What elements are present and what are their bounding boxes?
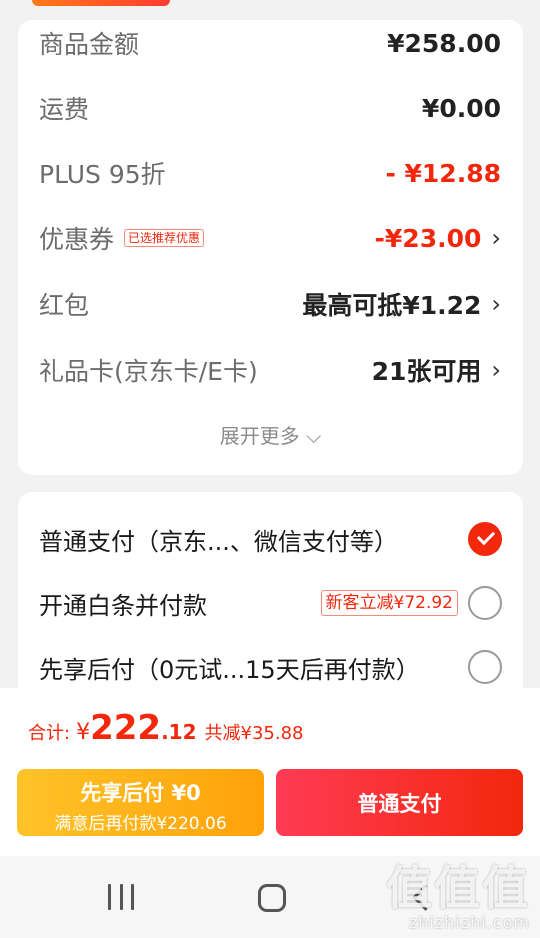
total-bar: 合计: ¥ 222 .12 共减¥35.88	[0, 688, 540, 764]
red-packet-value: 最高可抵¥1.22	[302, 291, 482, 320]
shipping-label: 运费	[39, 95, 90, 124]
plus-discount-label: PLUS 95折	[39, 160, 166, 189]
total-amount-decimal: .12	[161, 720, 197, 744]
payment-option-normal[interactable]: 普通支付（京东...、微信支付等）	[39, 517, 502, 561]
goods-amount-value: ¥258.00	[387, 28, 501, 58]
recents-icon[interactable]	[108, 884, 134, 910]
payment-option-baitiao[interactable]: 开通白条并付款 新客立减¥72.92	[39, 581, 502, 625]
new-user-discount-tag: 新客立减¥72.92	[320, 590, 458, 616]
summary-row-giftcard[interactable]: 礼品卡(京东卡/E卡) 21张可用 ›	[39, 350, 501, 390]
action-bar: 先享后付 ¥0 满意后再付款¥220.06 普通支付	[0, 762, 540, 856]
expand-more-link[interactable]: 展开更多 ⌵	[18, 420, 523, 449]
chevron-right-icon: ›	[491, 224, 501, 252]
top-banner-strip	[32, 0, 170, 6]
total-saved: 共减¥35.88	[204, 723, 304, 744]
gift-card-value-group: 21张可用 ›	[372, 352, 501, 388]
payment-option-label: 普通支付（京东...、微信支付等）	[39, 527, 398, 556]
coupon-value: -¥23.00	[374, 223, 482, 253]
chevron-right-icon: ›	[491, 290, 501, 318]
red-packet-label: 红包	[39, 291, 90, 320]
pay-later-main-label: 先享后付 ¥0	[80, 781, 201, 805]
watermark-logo: 值值值	[386, 861, 530, 915]
red-packet-value-group: 最高可抵¥1.22 ›	[302, 286, 501, 322]
radio-icon[interactable]	[468, 586, 502, 620]
gift-card-label: 礼品卡(京东卡/E卡)	[39, 357, 258, 386]
gift-card-value: 21张可用	[371, 357, 482, 386]
payment-option-right: 新客立减¥72.92	[320, 586, 502, 620]
site-watermark: 值值值 zhizhizhi.com	[386, 863, 530, 932]
chevron-right-icon: ›	[491, 356, 501, 384]
coupon-recommended-tag: 已选推荐优惠	[124, 229, 205, 247]
total-amount-integer: 222	[90, 708, 162, 748]
order-summary-card: 商品金额 ¥258.00 运费 ¥0.00 PLUS 95折 - ¥12.88 …	[18, 20, 523, 475]
goods-amount-label: 商品金额	[39, 30, 140, 59]
radio-icon[interactable]	[468, 650, 502, 684]
pay-later-sub-label: 满意后再付款¥220.06	[54, 814, 227, 834]
checkout-page: 商品金额 ¥258.00 运费 ¥0.00 PLUS 95折 - ¥12.88 …	[0, 0, 540, 938]
payment-option-label: 先享后付（0元试...15天后再付款）	[39, 655, 420, 684]
summary-row-redpacket[interactable]: 红包 最高可抵¥1.22 ›	[39, 284, 501, 324]
checkmark-radio-icon[interactable]	[468, 522, 502, 556]
coupon-value-group: -¥23.00 ›	[375, 224, 501, 253]
total-currency: ¥	[76, 720, 91, 745]
watermark-url: zhizhizhi.com	[408, 913, 530, 932]
home-icon[interactable]	[258, 884, 286, 912]
system-nav-bar: 值值值 zhizhizhi.com	[0, 856, 540, 938]
total-label: 合计:	[28, 723, 71, 744]
payment-option-pay-later[interactable]: 先享后付（0元试...15天后再付款）	[39, 645, 502, 689]
plus-discount-value: - ¥12.88	[385, 158, 501, 188]
summary-row-plus: PLUS 95折 - ¥12.88	[39, 153, 501, 193]
pay-later-button[interactable]: 先享后付 ¥0 满意后再付款¥220.06	[17, 769, 264, 836]
summary-row-goods: 商品金额 ¥258.00	[39, 23, 501, 63]
normal-pay-button[interactable]: 普通支付	[276, 769, 523, 836]
payment-option-label: 开通白条并付款	[39, 591, 207, 620]
coupon-label-group: 优惠券 已选推荐优惠	[39, 220, 205, 256]
summary-row-coupon[interactable]: 优惠券 已选推荐优惠 -¥23.00 ›	[39, 218, 501, 258]
coupon-label: 优惠券	[39, 225, 115, 254]
summary-row-shipping: 运费 ¥0.00	[39, 88, 501, 128]
shipping-value: ¥0.00	[421, 93, 501, 123]
